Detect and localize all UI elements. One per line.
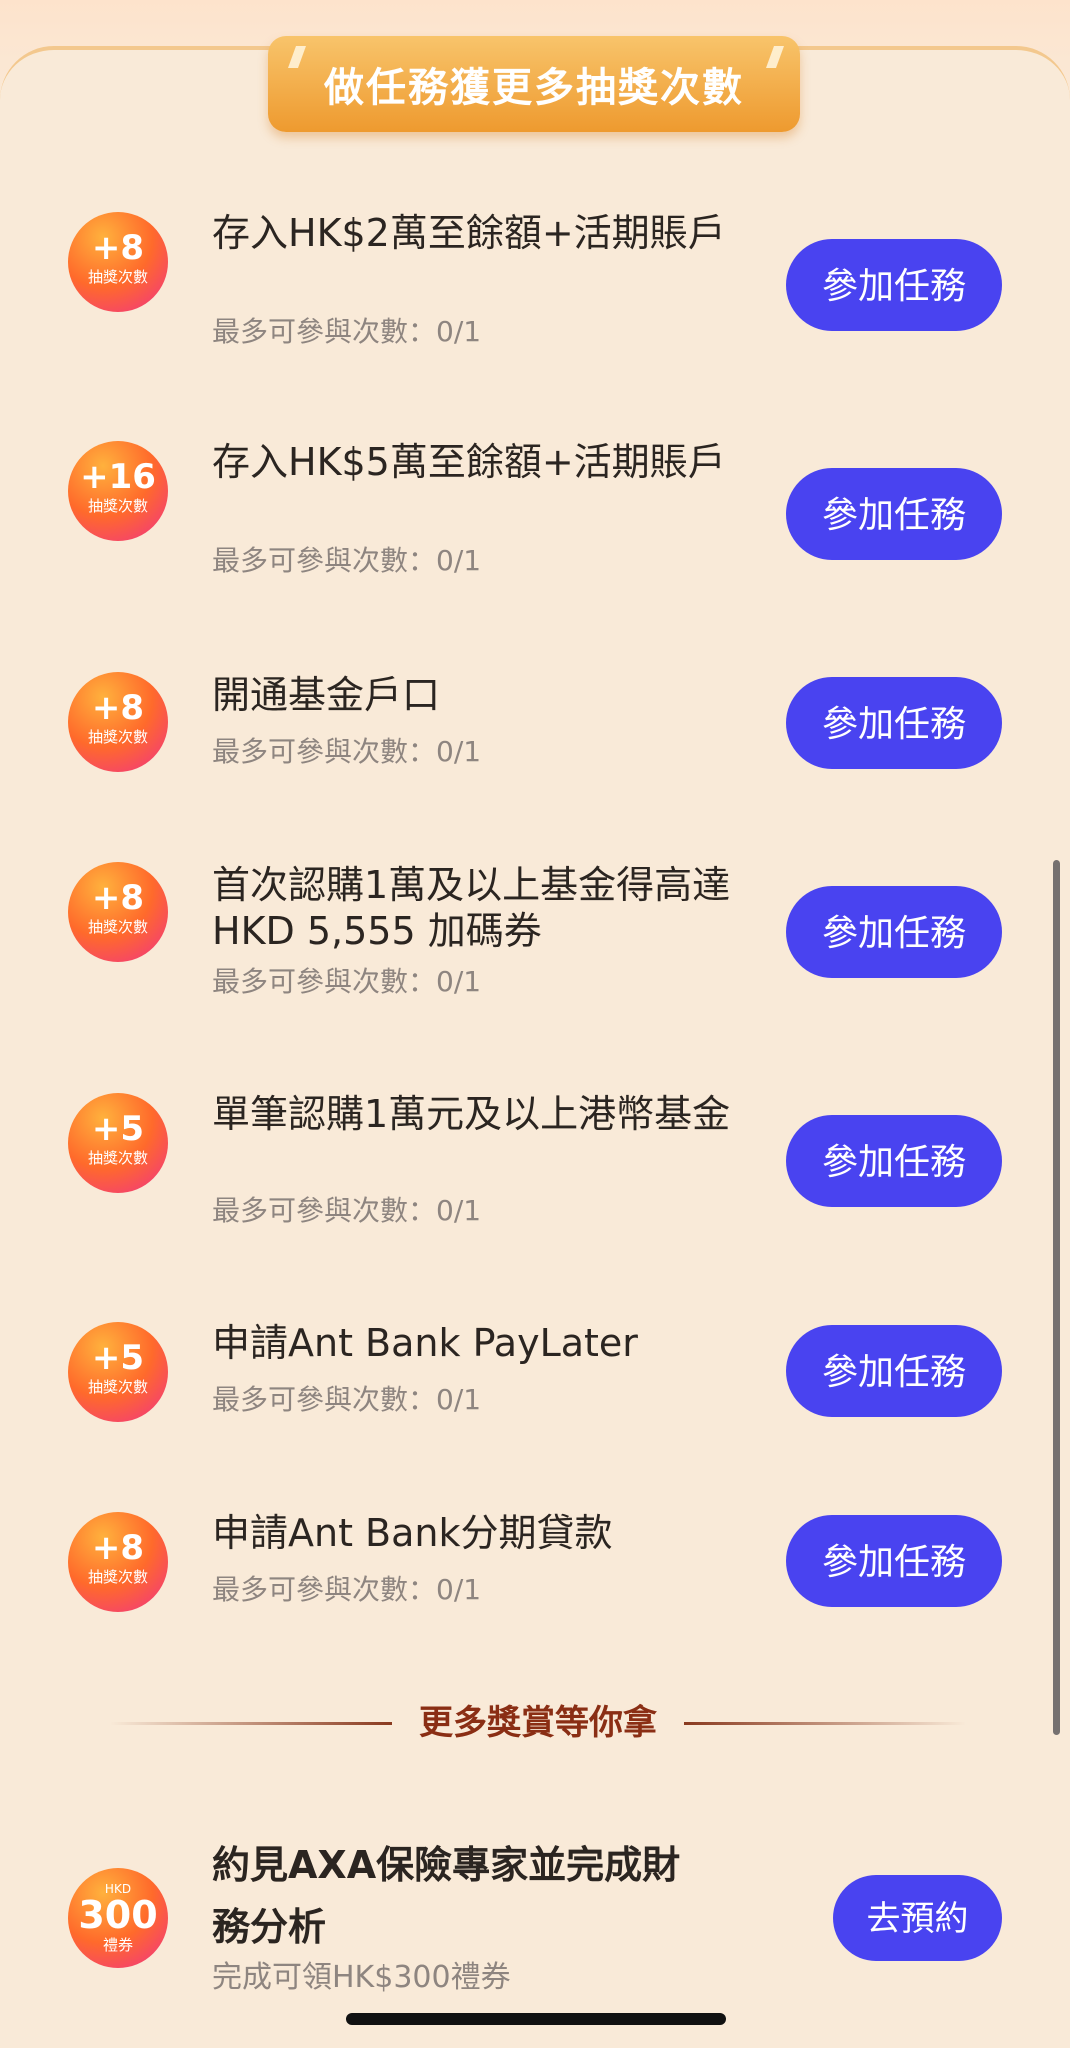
task-title: 開通基金戶口	[212, 673, 441, 717]
divider-line-right	[684, 1722, 966, 1725]
tasks-card	[0, 46, 1070, 2048]
badge-value: +5	[91, 1338, 145, 1378]
home-indicator[interactable]	[346, 2013, 726, 2025]
badge-label: 抽獎次數	[87, 268, 148, 286]
reward-description: 完成可領HK$300禮券	[212, 1960, 511, 1995]
badge-label: 抽獎次數	[87, 1149, 148, 1167]
badge-currency: HKD	[104, 1882, 132, 1896]
badge-label: 抽獎次數	[87, 918, 148, 936]
badge-value: +8	[91, 228, 145, 268]
draw-count-badge: +5 抽獎次數	[68, 1322, 168, 1422]
draw-count-badge: +5 抽獎次數	[68, 1093, 168, 1193]
draw-count-badge: +8 抽獎次數	[68, 212, 168, 312]
draw-count-badge: +8 抽獎次數	[68, 1512, 168, 1612]
more-rewards-divider: 更多獎賞等你拿	[0, 1700, 1070, 1746]
draw-count-badge: +8 抽獎次數	[68, 672, 168, 772]
badge-label: 抽獎次數	[87, 1568, 148, 1586]
task-title: 單筆認購1萬元及以上港幣基金	[212, 1092, 731, 1136]
header-title: 做任務獲更多抽獎次數	[324, 65, 744, 111]
reward-title: 約見AXA保險專家並完成財務分析	[212, 1843, 681, 1949]
divider-label: 更多獎賞等你拿	[419, 1703, 657, 1743]
task-title: 首次認購1萬及以上基金得高達 HKD 5,555 加碼券	[212, 863, 731, 953]
badge-label: 抽獎次數	[87, 1378, 148, 1396]
task-limit-text: 最多可參與次數：0/1	[212, 544, 482, 577]
divider-line-left	[110, 1722, 392, 1725]
badge-label: 禮券	[102, 1936, 133, 1954]
header-banner: 做任務獲更多抽獎次數	[268, 36, 800, 132]
badge-value: +5	[91, 1109, 145, 1149]
badge-value: +8	[91, 1528, 145, 1568]
join-task-button[interactable]: 參加任務	[786, 1515, 1002, 1607]
join-task-button[interactable]: 參加任務	[786, 239, 1002, 331]
task-title: 存入HK$5萬至餘額+活期賬戶	[212, 440, 726, 484]
task-title: 申請Ant Bank分期貸款	[212, 1511, 613, 1555]
badge-value: 300	[78, 1893, 158, 1937]
task-limit-text: 最多可參與次數：0/1	[212, 1573, 482, 1606]
badge-label: 抽獎次數	[87, 497, 148, 515]
voucher-badge: HKD 300 禮券	[68, 1868, 168, 1968]
book-appointment-button[interactable]: 去預約	[833, 1875, 1002, 1961]
join-task-button[interactable]: 參加任務	[786, 1115, 1002, 1207]
join-task-button[interactable]: 參加任務	[786, 468, 1002, 560]
scrollbar[interactable]	[1053, 860, 1060, 1735]
badge-value: +8	[91, 688, 145, 728]
task-limit-text: 最多可參與次數：0/1	[212, 1383, 482, 1416]
task-limit-text: 最多可參與次數：0/1	[212, 965, 482, 998]
task-limit-text: 最多可參與次數：0/1	[212, 315, 482, 348]
badge-label: 抽獎次數	[87, 728, 148, 746]
join-task-button[interactable]: 參加任務	[786, 886, 1002, 978]
task-title: 申請Ant Bank PayLater	[212, 1321, 638, 1365]
badge-value: +8	[91, 878, 145, 918]
badge-value: +16	[80, 457, 156, 497]
join-task-button[interactable]: 參加任務	[786, 677, 1002, 769]
draw-count-badge: +8 抽獎次數	[68, 862, 168, 962]
draw-count-badge: +16 抽獎次數	[68, 441, 168, 541]
task-limit-text: 最多可參與次數：0/1	[212, 735, 482, 768]
task-limit-text: 最多可參與次數：0/1	[212, 1194, 482, 1227]
join-task-button[interactable]: 參加任務	[786, 1325, 1002, 1417]
task-title: 存入HK$2萬至餘額+活期賬戶	[212, 211, 726, 255]
